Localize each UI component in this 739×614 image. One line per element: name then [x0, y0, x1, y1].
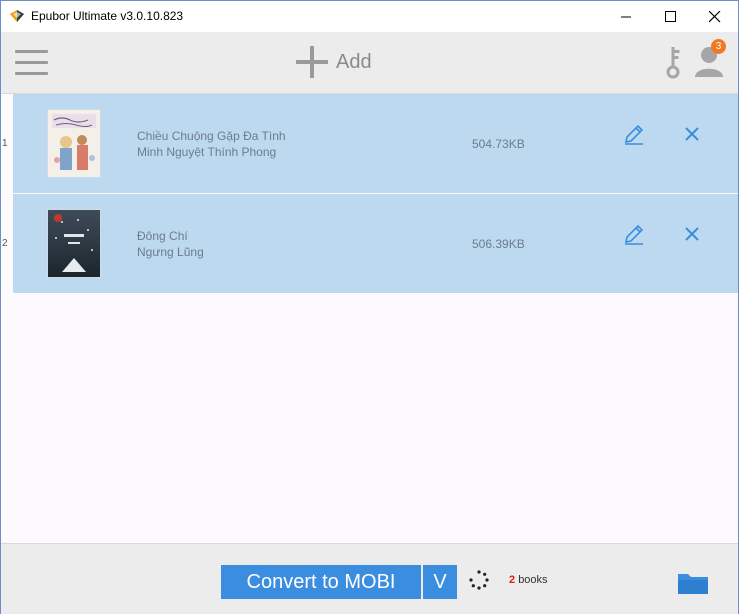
window-title: Epubor Ultimate v3.0.10.823	[31, 9, 184, 23]
add-button[interactable]: Add	[294, 44, 372, 80]
book-count: 2 books	[509, 574, 548, 586]
chevron-down-icon: V	[433, 570, 447, 593]
book-list: 1 Chiều Chuộng Gặp Đa Tình Minh Nguyệt T…	[1, 94, 738, 542]
hamburger-menu-icon[interactable]	[15, 50, 48, 76]
add-label: Add	[336, 50, 372, 73]
book-count-number: 2	[509, 574, 516, 586]
footer-bar: Convert to MOBI V 2 books	[1, 543, 738, 614]
close-icon	[709, 10, 721, 22]
book-row[interactable]: 1 Chiều Chuộng Gặp Đa Tình Minh Nguyệt T…	[2, 94, 738, 193]
app-window: Epubor Ultimate v3.0.10.823 Add 3 1 Chiề…	[0, 0, 739, 614]
remove-book-icon[interactable]	[683, 125, 701, 143]
format-dropdown-button[interactable]: V	[423, 565, 457, 599]
row-number: 1	[2, 138, 8, 149]
file-size: 506.39KB	[472, 237, 525, 251]
plus-icon	[296, 46, 328, 78]
app-logo-icon	[10, 10, 24, 22]
book-author: Minh Nguyệt Thính Phong	[137, 145, 277, 159]
edit-pencil-icon[interactable]	[623, 123, 645, 145]
file-size: 504.73KB	[472, 137, 525, 151]
remove-book-icon[interactable]	[683, 225, 701, 243]
book-cover-image	[47, 109, 101, 178]
maximize-icon	[664, 11, 676, 22]
minimize-icon	[620, 16, 631, 18]
edit-pencil-icon[interactable]	[623, 223, 645, 245]
key-icon[interactable]	[661, 44, 685, 80]
folder-icon[interactable]	[677, 570, 709, 596]
book-cover-image	[47, 209, 101, 278]
notification-badge: 3	[711, 39, 726, 54]
minimize-button[interactable]	[603, 1, 649, 32]
convert-button[interactable]: Convert to MOBI	[221, 565, 421, 599]
title-bar: Epubor Ultimate v3.0.10.823	[1, 1, 738, 32]
close-window-button[interactable]	[692, 1, 738, 32]
book-count-label: books	[518, 574, 548, 586]
book-title: Chiều Chuộng Gặp Đa Tình	[137, 129, 286, 143]
loading-spinner-icon	[469, 570, 489, 590]
book-author: Ngưng Lũng	[137, 245, 204, 259]
book-title: Đông Chí	[137, 229, 188, 243]
toolbar: Add 3	[1, 32, 738, 94]
book-row[interactable]: 2 Đông Chí Ngưng Lũng 506.39KB	[2, 194, 738, 293]
maximize-button[interactable]	[647, 1, 693, 32]
row-number: 2	[2, 238, 8, 249]
